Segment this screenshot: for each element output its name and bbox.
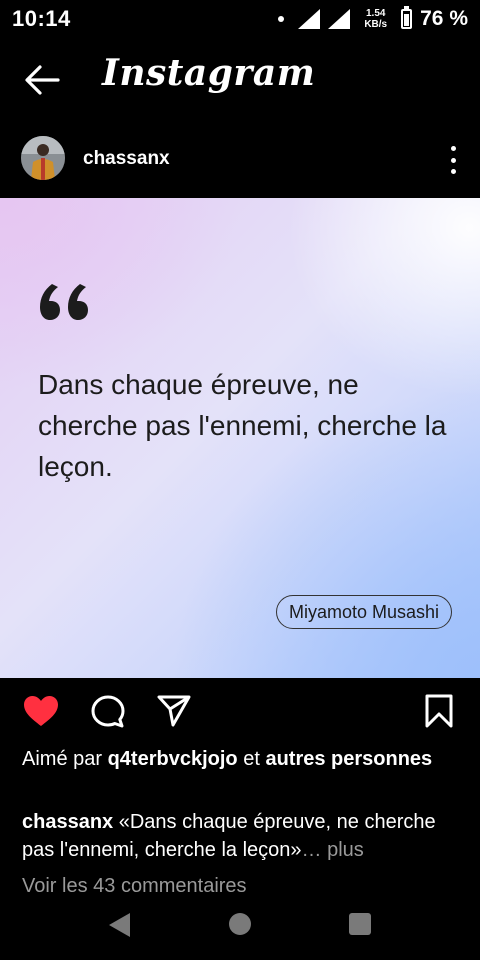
likes-summary: Aimé par q4terbvckjojo et autres personn… xyxy=(22,746,462,773)
post-actions xyxy=(0,690,480,738)
network-speed-value: 1.54 xyxy=(365,8,386,19)
caption-username[interactable]: chassanx xyxy=(22,811,113,833)
share-send-icon[interactable] xyxy=(156,694,192,733)
network-speed: 1.54 KB/s xyxy=(364,8,387,30)
view-comments-link[interactable]: Voir les 43 commentaires xyxy=(22,872,247,894)
post-username[interactable]: chassanx xyxy=(83,148,170,170)
notification-dot-icon xyxy=(278,16,285,22)
signal-icon xyxy=(298,9,321,29)
post-image[interactable]: Dans chaque épreuve, ne cherche pas l'en… xyxy=(0,198,480,678)
status-bar: 10:14 1.54 KB/s 76 % xyxy=(0,0,480,40)
network-speed-unit: KB/s xyxy=(364,19,388,30)
likes-prefix: Aimé par xyxy=(22,748,103,770)
like-heart-icon[interactable] xyxy=(22,694,60,733)
post-caption: chassanx «Dans chaque épreuve, ne cherch… xyxy=(22,808,462,864)
quote-text: Dans chaque épreuve, ne cherche pas l'en… xyxy=(38,369,447,482)
system-nav-bar xyxy=(0,894,480,960)
battery-percent: 76 % xyxy=(420,7,468,30)
avatar[interactable] xyxy=(21,136,65,180)
instagram-logo: Instagram xyxy=(102,52,316,94)
quote-author: Miyamoto Musashi xyxy=(276,595,453,629)
likes-others-link[interactable]: autres personnes xyxy=(265,748,432,770)
battery-fill xyxy=(404,13,410,26)
app-header: Instagram xyxy=(0,44,480,116)
quote-mark-icon xyxy=(38,280,98,330)
nav-home-circle-icon[interactable] xyxy=(229,913,251,935)
save-bookmark-icon[interactable] xyxy=(424,694,454,733)
signal-icon-2 xyxy=(328,9,351,29)
comment-icon[interactable] xyxy=(90,694,126,735)
likes-connector: et xyxy=(243,748,260,770)
post-header: chassanx xyxy=(0,130,480,190)
nav-back-triangle-icon[interactable] xyxy=(108,912,132,943)
back-arrow-icon[interactable] xyxy=(22,62,62,98)
more-options-icon[interactable] xyxy=(448,146,458,174)
nav-recents-square-icon[interactable] xyxy=(349,913,371,935)
caption-more-link[interactable]: … plus xyxy=(302,839,364,861)
likes-user-link[interactable]: q4terbvckjojo xyxy=(108,748,238,770)
battery-icon xyxy=(401,6,413,29)
status-time: 10:14 xyxy=(12,6,71,31)
status-icons: 1.54 KB/s 76 % xyxy=(278,4,468,34)
